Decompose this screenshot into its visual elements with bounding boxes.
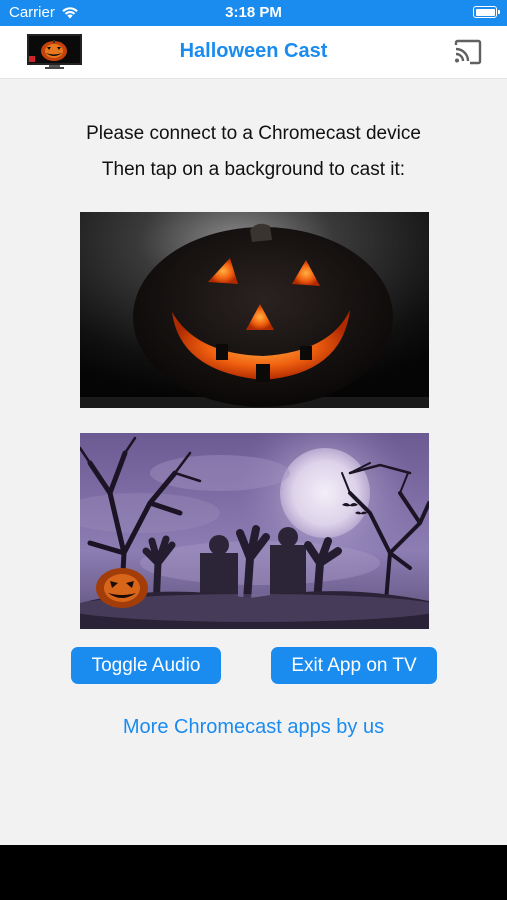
- instructions: Please connect to a Chromecast device Th…: [0, 120, 507, 192]
- jack-o-lantern-background[interactable]: [80, 212, 429, 408]
- status-time: 3:18 PM: [225, 4, 282, 21]
- graveyard-background[interactable]: [80, 433, 429, 629]
- toggle-audio-button[interactable]: Toggle Audio: [71, 647, 221, 684]
- toggle-audio-label: Toggle Audio: [91, 654, 201, 676]
- cast-button[interactable]: [453, 39, 483, 65]
- exit-app-button[interactable]: Exit App on TV: [271, 647, 437, 684]
- more-apps-link[interactable]: More Chromecast apps by us: [0, 716, 507, 739]
- jack-o-lantern-image: [80, 212, 429, 408]
- navigation-bar: Halloween Cast: [0, 26, 507, 79]
- exit-app-label: Exit App on TV: [291, 654, 417, 676]
- bottom-bar: [0, 845, 507, 900]
- app-title: Halloween Cast: [179, 40, 328, 62]
- status-bar: Carrier 3:18 PM: [0, 0, 507, 26]
- graveyard-moon-image: [80, 433, 429, 629]
- instruction-line-1: Please connect to a Chromecast device: [86, 123, 421, 144]
- instruction-line-2: Then tap on a background to cast it:: [101, 159, 406, 180]
- cast-icon: [454, 39, 482, 65]
- battery-icon: [473, 6, 500, 18]
- app-screen: Carrier 3:18 PM Halloween Cast Please co…: [0, 0, 507, 900]
